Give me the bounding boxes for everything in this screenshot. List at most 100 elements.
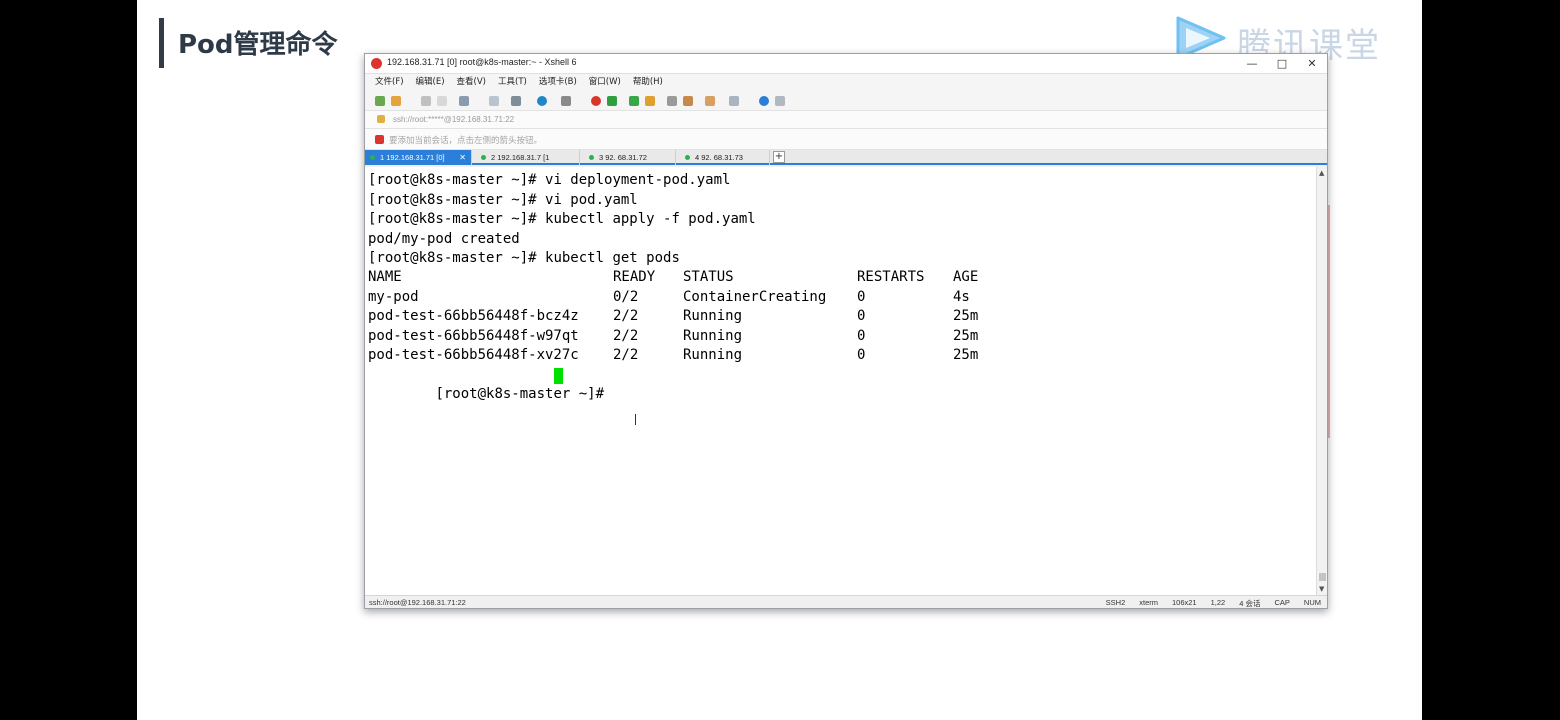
xshell-window: 192.168.31.71 [0] root@k8s-master:~ - Xs… bbox=[364, 53, 1328, 609]
prompt: [root@k8s-master ~]# bbox=[435, 386, 613, 402]
pod-age: 25m bbox=[953, 308, 979, 324]
tab-session-4[interactable]: 4 92. 68.31.73 bbox=[680, 150, 770, 165]
fullscreen-icon[interactable] bbox=[729, 96, 739, 106]
menu-view[interactable]: 查看(V) bbox=[457, 74, 486, 91]
pod-status: Running bbox=[683, 308, 743, 324]
tab-session-2[interactable]: 2 192.168.31.7 [1 bbox=[476, 150, 580, 165]
pod-status: Running bbox=[683, 347, 743, 363]
session-hint: 要添加当前会话，点击左侧的箭头按钮。 bbox=[389, 136, 543, 146]
pod-age: 4s bbox=[953, 289, 970, 305]
status-cursor-pos: 1,22 bbox=[1210, 598, 1226, 607]
col-age-header: AGE bbox=[953, 269, 979, 285]
tab-label: 1 192.168.31.71 [0] bbox=[380, 153, 445, 162]
terminal-output[interactable]: [root@k8s-master ~]# vi deployment-pod.y… bbox=[365, 167, 1317, 595]
minimize-button[interactable]: — bbox=[1237, 54, 1267, 74]
scroll-down-icon[interactable]: ▼ bbox=[1319, 585, 1324, 593]
add-tab-button[interactable]: + bbox=[773, 151, 785, 163]
window-title: 192.168.31.71 [0] root@k8s-master:~ - Xs… bbox=[387, 57, 577, 67]
properties-icon[interactable] bbox=[459, 96, 469, 106]
lock-icon[interactable] bbox=[645, 96, 655, 106]
status-sessions: 4 会话 bbox=[1239, 599, 1261, 608]
pod-age: 25m bbox=[953, 347, 979, 363]
address-text: ssh://root:*****@192.168.31.71:22 bbox=[393, 115, 515, 124]
prompt: [root@k8s-master ~]# bbox=[368, 172, 546, 188]
pod-ready: 2/2 bbox=[613, 308, 639, 324]
col-restarts-header: RESTARTS bbox=[857, 269, 925, 285]
scroll-up-icon[interactable]: ▲ bbox=[1319, 169, 1324, 177]
pod-ready: 2/2 bbox=[613, 328, 639, 344]
menu-file[interactable]: 文件(F) bbox=[375, 74, 404, 91]
menu-window[interactable]: 窗口(W) bbox=[589, 74, 621, 91]
table-row: pod-test-66bb56448f-w97qt 2/2 Running 0 … bbox=[368, 327, 1068, 346]
xshell-app-icon bbox=[371, 58, 382, 69]
compose-icon[interactable] bbox=[705, 96, 715, 106]
terminal-line: [root@k8s-master ~]# kubectl apply -f po… bbox=[368, 210, 756, 229]
slide-title: Pod管理命令 bbox=[178, 30, 338, 60]
terminal-line: pod/my-pod created bbox=[368, 230, 520, 249]
pod-ready: 0/2 bbox=[613, 289, 639, 305]
tab-status-dot bbox=[370, 155, 375, 160]
output: pod/my-pod created bbox=[368, 231, 520, 247]
address-bar[interactable]: ssh://root:*****@192.168.31.71:22 bbox=[365, 111, 1327, 129]
xftp-icon[interactable] bbox=[607, 96, 617, 106]
terminal-cursor bbox=[554, 368, 563, 384]
keyboard-icon[interactable] bbox=[667, 96, 677, 106]
col-status-header: STATUS bbox=[683, 269, 734, 285]
open-folder-icon[interactable] bbox=[391, 96, 401, 106]
menu-bar: 文件(F) 编辑(E) 查看(V) 工具(T) 选项卡(B) 窗口(W) 帮助(… bbox=[365, 74, 1327, 91]
script-icon[interactable] bbox=[683, 96, 693, 106]
disconnect-icon[interactable] bbox=[421, 96, 431, 106]
help-icon[interactable] bbox=[759, 96, 769, 106]
globe-icon[interactable] bbox=[537, 96, 547, 106]
command: vi deployment-pod.yaml bbox=[545, 172, 731, 188]
menu-tabs[interactable]: 选项卡(B) bbox=[539, 74, 577, 91]
pod-name: pod-test-66bb56448f-bcz4z bbox=[368, 308, 579, 324]
chat-icon[interactable] bbox=[775, 96, 785, 106]
table-row: pod-test-66bb56448f-xv27c 2/2 Running 0 … bbox=[368, 346, 1068, 365]
menu-help[interactable]: 帮助(H) bbox=[633, 74, 663, 91]
layout-icon[interactable] bbox=[511, 96, 521, 106]
terminal-scrollbar[interactable]: ▲ ▼ bbox=[1316, 167, 1327, 595]
status-connection: ssh://root@192.168.31.71:22 bbox=[369, 598, 466, 607]
maximize-button[interactable]: □ bbox=[1267, 54, 1297, 74]
reconnect-icon[interactable] bbox=[437, 96, 447, 106]
tab-status-dot bbox=[589, 155, 594, 160]
pod-age: 25m bbox=[953, 328, 979, 344]
pod-status: Running bbox=[683, 328, 743, 344]
pod-ready: 2/2 bbox=[613, 347, 639, 363]
table-row: pod-test-66bb56448f-bcz4z 2/2 Running 0 … bbox=[368, 307, 1068, 326]
menu-edit[interactable]: 编辑(E) bbox=[416, 74, 445, 91]
font-icon[interactable] bbox=[561, 96, 571, 106]
tab-session-1[interactable]: 1 192.168.31.71 [0] ✕ bbox=[365, 150, 472, 165]
tab-close-icon[interactable]: ✕ bbox=[459, 150, 466, 165]
menu-tools[interactable]: 工具(T) bbox=[498, 74, 527, 91]
pod-status: ContainerCreating bbox=[683, 289, 827, 305]
bookmark-icon[interactable] bbox=[375, 135, 384, 144]
command: kubectl get pods bbox=[545, 250, 680, 266]
pod-restarts: 0 bbox=[857, 308, 866, 324]
status-num: NUM bbox=[1303, 598, 1321, 607]
table-header: NAME READY STATUS RESTARTS AGE bbox=[368, 268, 1068, 287]
prompt: [root@k8s-master ~]# bbox=[368, 211, 546, 227]
command: kubectl apply -f pod.yaml bbox=[545, 211, 756, 227]
prompt: [root@k8s-master ~]# bbox=[368, 250, 546, 266]
slide: Pod管理命令 腾讯课堂 192.168.31.71 [0] root@k8s-… bbox=[137, 0, 1422, 720]
tab-label: 4 92. 68.31.73 bbox=[695, 153, 743, 162]
toolbar bbox=[365, 91, 1327, 111]
xshell-icon[interactable] bbox=[591, 96, 601, 106]
tab-session-3[interactable]: 3 92. 68.31.72 bbox=[584, 150, 676, 165]
terminal-line: [root@k8s-master ~]# kubectl get pods bbox=[368, 249, 680, 268]
pod-name: my-pod bbox=[368, 289, 419, 305]
window-titlebar[interactable]: 192.168.31.71 [0] root@k8s-master:~ - Xs… bbox=[365, 54, 1327, 74]
transfer-icon[interactable] bbox=[629, 96, 639, 106]
close-button[interactable]: ✕ bbox=[1297, 54, 1327, 74]
command: vi pod.yaml bbox=[545, 192, 638, 208]
session-bar: 要添加当前会话，点击左侧的箭头按钮。 bbox=[365, 129, 1327, 150]
title-accent-bar bbox=[159, 18, 164, 68]
scroll-thumb[interactable] bbox=[1319, 573, 1326, 581]
find-icon[interactable] bbox=[489, 96, 499, 106]
new-session-icon[interactable] bbox=[375, 96, 385, 106]
pod-name: pod-test-66bb56448f-xv27c bbox=[368, 347, 579, 363]
tab-label: 2 192.168.31.7 [1 bbox=[491, 153, 550, 162]
table-row: my-pod 0/2 ContainerCreating 0 4s bbox=[368, 288, 1068, 307]
